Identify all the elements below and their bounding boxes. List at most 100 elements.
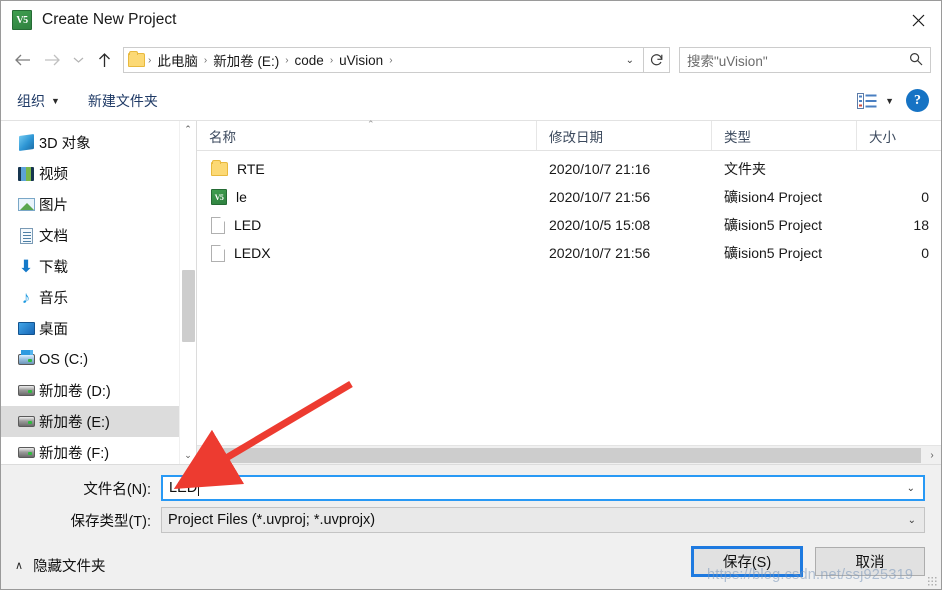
arrow-left-icon xyxy=(14,54,30,66)
sidebar-item-label: 文档 xyxy=(39,229,68,245)
list-view-icon xyxy=(857,92,877,109)
column-header-name[interactable]: 名称 ⌃ xyxy=(197,119,537,150)
window-title: Create New Project xyxy=(42,11,177,28)
breadcrumb-item-0[interactable]: 此电脑 xyxy=(152,50,203,70)
file-size: 0 xyxy=(921,189,929,205)
breadcrumb-dropdown-icon[interactable]: ⌄ xyxy=(617,55,643,66)
uvision-icon: V5 xyxy=(211,189,227,205)
breadcrumb-item-3[interactable]: uVision xyxy=(334,53,388,68)
footer-buttons: 保存(S) 取消 xyxy=(691,545,925,577)
file-date: 2020/10/7 21:56 xyxy=(549,245,651,261)
breadcrumb-item-2[interactable]: code xyxy=(290,53,329,68)
file-size: 0 xyxy=(921,245,929,261)
hide-folders-label: 隐藏文件夹 xyxy=(33,559,106,575)
sidebar-item-drive-d[interactable]: 新加卷 (D:) xyxy=(1,375,196,406)
refresh-button[interactable] xyxy=(644,47,670,73)
sidebar-item-pictures[interactable]: 图片 xyxy=(1,189,196,220)
filename-input[interactable]: LED ⌄ xyxy=(161,475,925,501)
sidebar-scroll-track[interactable] xyxy=(179,138,196,447)
organize-label: 组织 xyxy=(17,92,45,109)
uvision-icon: V5 xyxy=(12,10,32,30)
file-name: LED xyxy=(234,217,262,233)
sidebar-item-music[interactable]: ♪ 音乐 xyxy=(1,282,196,313)
desktop-icon xyxy=(17,320,35,338)
sidebar-item-drive-f[interactable]: 新加卷 (F:) xyxy=(1,437,196,464)
breadcrumb-item-1[interactable]: 新加卷 (E:) xyxy=(208,50,284,70)
forward-button[interactable] xyxy=(37,45,67,75)
navigation-bar: › 此电脑 › 新加卷 (E:) › code › uVision › ⌄ 搜索… xyxy=(1,39,941,81)
breadcrumb-separator: › xyxy=(389,54,393,66)
organize-button[interactable]: 组织 ▼ xyxy=(17,91,60,111)
text-cursor xyxy=(198,480,200,496)
save-form: 文件名(N): LED ⌄ 保存类型(T): Project Files (*.… xyxy=(1,465,941,537)
hscroll-track[interactable] xyxy=(215,446,923,465)
chevron-up-icon[interactable]: ⌃ xyxy=(180,121,197,138)
hscroll-thumb[interactable] xyxy=(215,447,921,463)
chevron-down-icon[interactable]: ⌄ xyxy=(907,483,915,494)
up-button[interactable] xyxy=(89,45,119,75)
new-folder-button[interactable]: 新建文件夹 xyxy=(88,91,158,111)
sidebar-item-desktop[interactable]: 桌面 xyxy=(1,313,196,344)
back-button[interactable] xyxy=(7,45,37,75)
videos-icon xyxy=(17,165,35,183)
sidebar-item-label: OS (C:) xyxy=(39,351,89,368)
table-row[interactable]: LEDX 2020/10/7 21:56 礦ision5 Project 0 xyxy=(197,239,941,267)
chevron-down-icon[interactable]: ⌄ xyxy=(180,447,197,464)
filetype-value: Project Files (*.uvproj; *.uvprojx) xyxy=(168,512,376,528)
chevron-down-icon: ▼ xyxy=(51,95,60,106)
dialog-body: 3D 对象 视频 图片 文档 ⬇ 下载 ♪ 音乐 桌面 OS (C:) 新加卷 … xyxy=(1,119,941,465)
file-name-cell: RTE xyxy=(197,160,537,177)
sidebar-list: 3D 对象 视频 图片 文档 ⬇ 下载 ♪ 音乐 桌面 OS (C:) 新加卷 … xyxy=(1,121,196,464)
filename-label: 文件名(N): xyxy=(83,481,151,498)
sidebar-scroll-thumb[interactable] xyxy=(181,270,195,342)
file-name: LEDX xyxy=(234,245,271,261)
column-header-size[interactable]: 大小 xyxy=(857,121,941,150)
horizontal-scrollbar[interactable]: ‹ › xyxy=(197,445,941,464)
folder-icon xyxy=(128,51,145,67)
close-button[interactable] xyxy=(895,1,941,39)
change-view-button[interactable]: ▼ xyxy=(857,92,894,109)
sidebar-item-label: 图片 xyxy=(39,198,68,214)
chevron-right-icon[interactable]: › xyxy=(923,446,941,465)
hide-folders-toggle[interactable]: ∧ 隐藏文件夹 xyxy=(15,545,106,576)
save-button[interactable]: 保存(S) xyxy=(691,546,803,577)
recent-locations-button[interactable] xyxy=(67,45,89,75)
cancel-button[interactable]: 取消 xyxy=(815,547,925,576)
search-icon xyxy=(909,52,923,69)
chevron-down-icon[interactable]: ⌄ xyxy=(908,515,916,526)
column-header-date[interactable]: 修改日期 xyxy=(537,121,712,150)
sidebar-item-videos[interactable]: 视频 xyxy=(1,158,196,189)
sidebar-item-label: 新加卷 (D:) xyxy=(39,384,111,400)
filename-row: 文件名(N): LED ⌄ xyxy=(1,475,941,501)
table-row[interactable]: V5 le 2020/10/7 21:56 礦ision4 Project 0 xyxy=(197,183,941,211)
table-row[interactable]: RTE 2020/10/7 21:16 文件夹 xyxy=(197,155,941,183)
column-header-type[interactable]: 类型 xyxy=(712,121,857,150)
help-button[interactable]: ? xyxy=(906,89,929,112)
sidebar-scrollbar[interactable]: ⌃ ⌄ xyxy=(179,121,196,464)
create-new-project-dialog: V5 Create New Project › 此电脑 › 新加卷 (E:) ›… xyxy=(0,0,942,590)
sidebar-item-documents[interactable]: 文档 xyxy=(1,220,196,251)
file-date: 2020/10/5 15:08 xyxy=(549,217,651,233)
breadcrumb[interactable]: › 此电脑 › 新加卷 (E:) › code › uVision › ⌄ xyxy=(123,47,644,73)
sidebar-item-label: 视频 xyxy=(39,167,68,183)
arrow-up-icon xyxy=(98,53,110,67)
table-row[interactable]: LED 2020/10/5 15:08 礦ision5 Project 18 xyxy=(197,211,941,239)
sidebar-item-label: 3D 对象 xyxy=(39,136,91,152)
file-rows: RTE 2020/10/7 21:16 文件夹 V5 le 2020/10/7 … xyxy=(197,151,941,445)
sidebar-item-drive-e[interactable]: 新加卷 (E:) xyxy=(1,406,196,437)
sidebar-item-label: 桌面 xyxy=(39,322,68,338)
pictures-icon xyxy=(17,196,35,214)
search-input[interactable]: 搜索"uVision" xyxy=(679,47,931,73)
column-header-date-label: 修改日期 xyxy=(549,129,603,145)
command-toolbar: 组织 ▼ 新建文件夹 ▼ ? xyxy=(1,81,941,121)
sidebar-item-label: 下载 xyxy=(39,260,68,276)
sidebar-item-drive-c[interactable]: OS (C:) xyxy=(1,344,196,375)
file-name: RTE xyxy=(237,161,265,177)
sidebar-item-3d-objects[interactable]: 3D 对象 xyxy=(1,127,196,158)
file-type: 文件夹 xyxy=(724,161,766,177)
filetype-select[interactable]: Project Files (*.uvproj; *.uvprojx) ⌄ xyxy=(161,507,925,533)
resize-grip[interactable] xyxy=(927,576,937,586)
chevron-left-icon[interactable]: ‹ xyxy=(197,446,215,465)
sidebar-item-downloads[interactable]: ⬇ 下载 xyxy=(1,251,196,282)
downloads-icon: ⬇ xyxy=(18,257,34,276)
